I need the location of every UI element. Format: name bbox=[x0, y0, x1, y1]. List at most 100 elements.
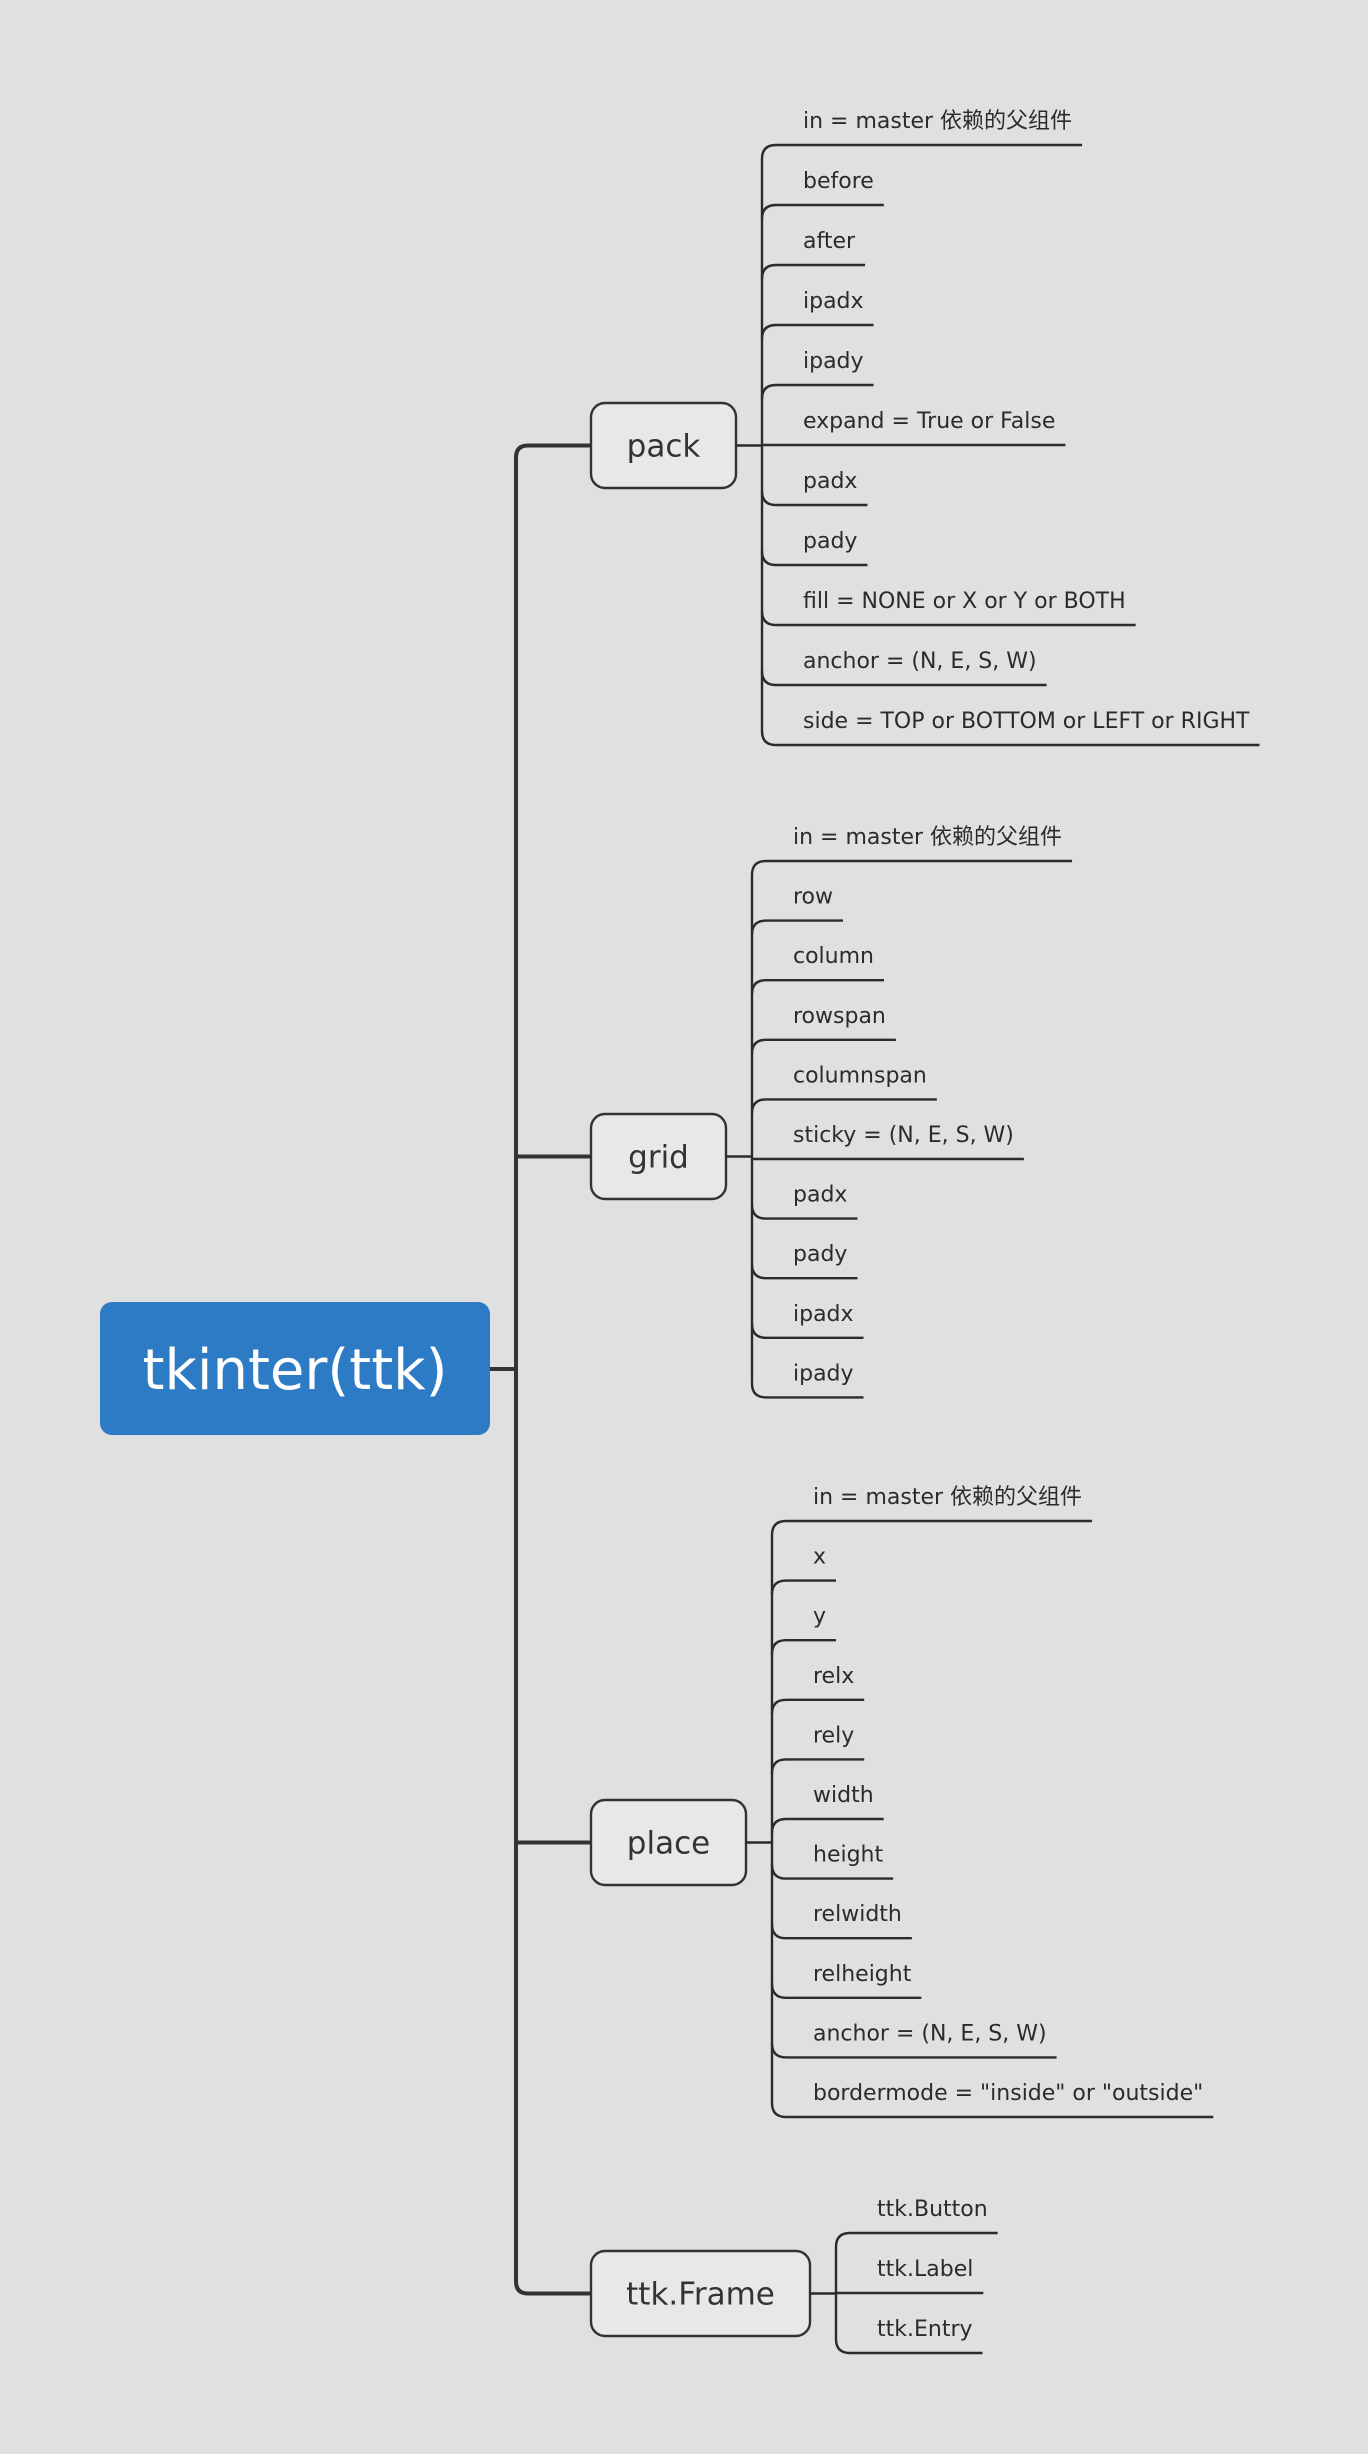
subtopic-item[interactable]: height bbox=[770, 1843, 894, 1880]
subtopic-underline bbox=[770, 1758, 865, 1774]
subtopic-label: relx bbox=[813, 1664, 854, 1689]
subtopic-underline bbox=[760, 383, 874, 400]
subtopic-label: padx bbox=[793, 1183, 847, 1208]
topic-place[interactable]: place bbox=[589, 1798, 748, 1887]
subtopic-item[interactable]: relheight bbox=[770, 1962, 922, 1999]
subtopic-label: rowspan bbox=[793, 1004, 886, 1029]
mind-map-canvas: tkinter(ttk) pack in = master 依赖的父组件 befor… bbox=[100, 109, 1260, 2355]
subtopic-label: fill = NONE or X or Y or BOTH bbox=[803, 589, 1126, 614]
subtopic-underline bbox=[760, 263, 866, 280]
subtopic-item[interactable]: y bbox=[770, 1604, 837, 1655]
topic-grid[interactable]: grid bbox=[589, 1112, 728, 1201]
subtopic-underline bbox=[760, 143, 1083, 160]
subtopic-connectors bbox=[736, 159, 764, 731]
subtopic-label: pady bbox=[803, 529, 857, 554]
subtopic-item[interactable]: fill = NONE or X or Y or BOTH bbox=[760, 589, 1136, 627]
subtopic-connectors bbox=[810, 2247, 838, 2339]
subtopic-label: column bbox=[793, 944, 874, 969]
subtopic-label: pady bbox=[793, 1242, 847, 1267]
subtopic-label: y bbox=[813, 1604, 826, 1629]
subtopic-label: padx bbox=[803, 469, 857, 494]
branch-grid: grid in = master 依赖的父组件 row column rowspan co… bbox=[589, 825, 1073, 1399]
subtopic-underline bbox=[760, 323, 874, 340]
subtopic-item[interactable]: row bbox=[750, 885, 844, 935]
subtopic-item[interactable]: in = master 依赖的父组件 bbox=[760, 109, 1083, 160]
subtopic-label: bordermode = "inside" or "outside" bbox=[813, 2081, 1203, 2106]
subtopic-item[interactable]: ttk.Label bbox=[836, 2257, 984, 2295]
subtopic-item[interactable]: columnspan bbox=[750, 1063, 937, 1114]
subtopic-item[interactable]: width bbox=[770, 1783, 884, 1834]
subtopic-item[interactable]: in = master 依赖的父组件 bbox=[750, 825, 1073, 876]
subtopic-item[interactable]: padx bbox=[750, 1183, 858, 1220]
subtopics-pack: in = master 依赖的父组件 before after ipadx ipady e… bbox=[760, 109, 1260, 747]
subtopic-item[interactable]: relwidth bbox=[770, 1902, 912, 1940]
subtopic-label: in = master 依赖的父组件 bbox=[803, 109, 1072, 134]
subtopic-underline bbox=[760, 203, 884, 220]
topic-pack[interactable]: pack bbox=[589, 401, 738, 490]
subtopic-item[interactable]: side = TOP or BOTTOM or LEFT or RIGHT bbox=[760, 709, 1260, 747]
subtopic-item[interactable]: ttk.Entry bbox=[834, 2317, 983, 2355]
root-topic[interactable]: tkinter(ttk) bbox=[100, 1302, 490, 1435]
subtopic-item[interactable]: expand = True or False bbox=[762, 409, 1066, 447]
subtopic-item[interactable]: ttk.Button bbox=[834, 2197, 998, 2248]
subtopic-item[interactable]: sticky = (N, E, S, W) bbox=[752, 1123, 1024, 1161]
subtopic-item[interactable]: relx bbox=[770, 1664, 865, 1714]
subtopic-underline bbox=[770, 1817, 884, 1834]
subtopic-label: ttk.Label bbox=[877, 2257, 973, 2282]
subtopic-underline bbox=[750, 859, 1073, 876]
subtopic-label: x bbox=[813, 1545, 826, 1570]
subtopic-item[interactable]: anchor = (N, E, S, W) bbox=[760, 649, 1047, 687]
subtopic-label: height bbox=[813, 1843, 883, 1868]
subtopic-item[interactable]: ipady bbox=[750, 1361, 864, 1399]
subtopic-label: width bbox=[813, 1783, 874, 1808]
topic-ttk-frame[interactable]: ttk.Frame bbox=[589, 2249, 812, 2338]
subtopic-underline bbox=[770, 1639, 837, 1655]
subtopic-item[interactable]: ipady bbox=[760, 349, 874, 400]
subtopic-item[interactable]: ipadx bbox=[750, 1302, 864, 1339]
subtopic-item[interactable]: pady bbox=[760, 529, 868, 567]
connector-lines bbox=[490, 443, 591, 2296]
trunk-line bbox=[514, 443, 591, 2296]
branch-pack: pack in = master 依赖的父组件 before after ipadx ip… bbox=[589, 109, 1260, 747]
subtopic-item[interactable]: column bbox=[750, 944, 884, 995]
branch-place: place in = master 依赖的父组件 x y relx rely width he… bbox=[589, 1485, 1214, 2119]
subtopic-item[interactable]: ipadx bbox=[760, 289, 874, 340]
subtopic-item[interactable]: rowspan bbox=[750, 1004, 896, 1054]
subtopic-label: ttk.Entry bbox=[877, 2317, 973, 2342]
subtopic-label: in = master 依赖的父组件 bbox=[813, 1485, 1082, 1510]
topic-label: grid bbox=[628, 1140, 689, 1176]
subtopic-label: in = master 依赖的父组件 bbox=[793, 825, 1062, 850]
subtopic-underline bbox=[750, 1038, 896, 1054]
subtopic-label: after bbox=[803, 229, 856, 254]
subtopic-label: before bbox=[803, 169, 874, 194]
subtopic-underline bbox=[770, 1519, 1093, 1536]
subtopic-item[interactable]: bordermode = "inside" or "outside" bbox=[770, 2081, 1214, 2119]
subtopic-item[interactable]: anchor = (N, E, S, W) bbox=[770, 2021, 1057, 2059]
subtopic-label: ipady bbox=[793, 1361, 854, 1386]
subtopic-label: columnspan bbox=[793, 1063, 927, 1088]
subtopic-label: sticky = (N, E, S, W) bbox=[793, 1123, 1014, 1148]
topic-label: place bbox=[627, 1826, 710, 1862]
subtopics-ttk-frame: ttk.Button ttk.Label ttk.Entry bbox=[834, 2197, 998, 2355]
branch-ttk-frame: ttk.Frame ttk.Button ttk.Label ttk.Entry bbox=[589, 2197, 998, 2355]
subtopic-item[interactable]: after bbox=[760, 229, 866, 280]
subtopic-label: ipady bbox=[803, 349, 864, 374]
root-topic-label: tkinter(ttk) bbox=[143, 1338, 448, 1403]
subtopic-label: relwidth bbox=[813, 1902, 902, 1927]
subtopic-underline bbox=[770, 1698, 865, 1714]
subtopic-item[interactable]: in = master 依赖的父组件 bbox=[770, 1485, 1093, 1536]
subtopic-item[interactable]: x bbox=[770, 1545, 837, 1595]
topic-label: ttk.Frame bbox=[626, 2277, 775, 2313]
subtopic-label: anchor = (N, E, S, W) bbox=[803, 649, 1037, 674]
subtopic-item[interactable]: padx bbox=[760, 469, 868, 507]
subtopic-item[interactable]: rely bbox=[770, 1723, 865, 1774]
subtopic-label: ttk.Button bbox=[877, 2197, 988, 2222]
subtopics-grid: in = master 依赖的父组件 row column rowspan column… bbox=[750, 825, 1073, 1399]
subtopic-item[interactable]: pady bbox=[750, 1242, 858, 1280]
subtopic-underline bbox=[750, 1098, 937, 1114]
subtopic-item[interactable]: before bbox=[760, 169, 884, 220]
subtopic-label: ipadx bbox=[803, 289, 864, 314]
subtopic-label: ipadx bbox=[793, 1302, 854, 1327]
topic-label: pack bbox=[627, 429, 701, 465]
subtopic-connectors bbox=[726, 875, 754, 1384]
